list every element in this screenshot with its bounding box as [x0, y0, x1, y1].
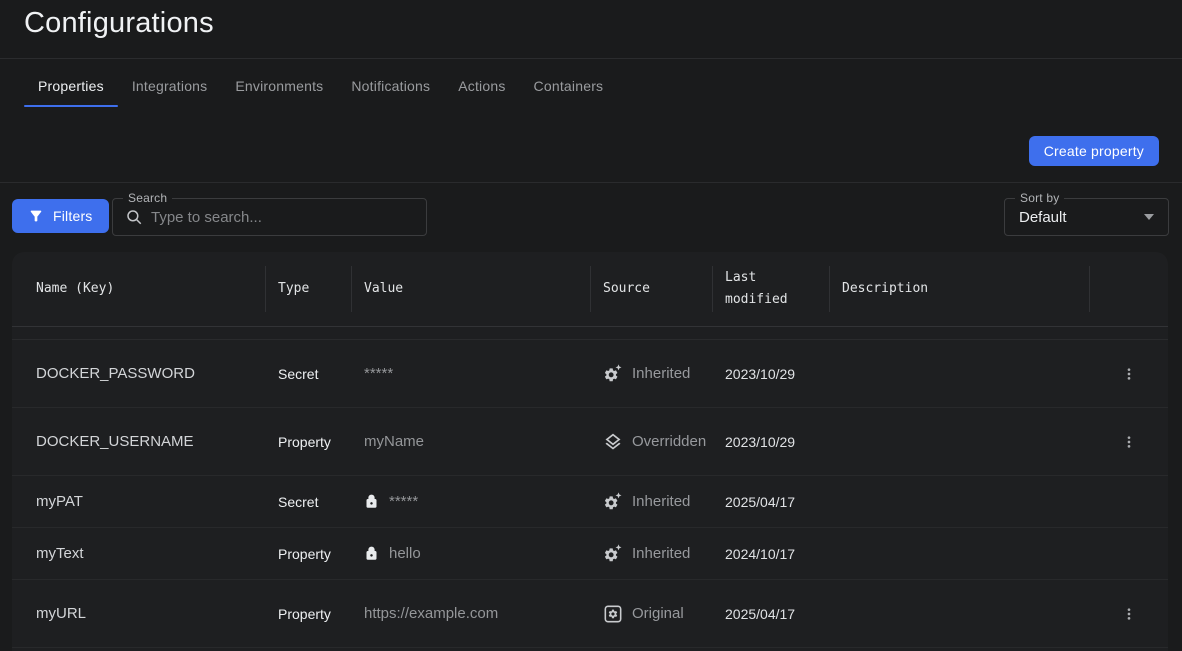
- create-property-button[interactable]: Create property: [1029, 136, 1159, 166]
- toolbar-divider: [0, 182, 1182, 183]
- search-field: Search: [112, 198, 427, 236]
- property-value: hello: [389, 545, 421, 562]
- property-value-cell: https://example.com: [352, 605, 591, 622]
- table-body: DOCKER_PASSWORD Secret ***** Inherited 2…: [12, 340, 1168, 648]
- table-row-mypat[interactable]: myPAT Secret ***** Inherited 2025/04/17: [12, 476, 1168, 528]
- column-header-type[interactable]: Type: [266, 252, 352, 326]
- property-name: DOCKER_USERNAME: [12, 433, 266, 450]
- filter-funnel-icon: [28, 208, 44, 224]
- tab-label: Environments: [235, 78, 323, 94]
- search-input[interactable]: [151, 209, 414, 226]
- gear-sparkle-icon: [603, 364, 623, 384]
- chevron-down-icon: [1144, 214, 1154, 220]
- tab-actions[interactable]: Actions: [444, 62, 519, 109]
- sort-select[interactable]: Sort by Default: [1004, 198, 1169, 236]
- tab-label: Containers: [534, 78, 604, 94]
- property-last-modified: 2025/04/17: [713, 606, 830, 622]
- property-source: Original: [632, 605, 684, 622]
- property-value: *****: [364, 365, 393, 382]
- gear-sparkle-icon: [603, 544, 623, 564]
- properties-table: Name (Key)TypeValueSourceLast modifiedDe…: [12, 252, 1168, 651]
- tab-integrations[interactable]: Integrations: [118, 62, 222, 109]
- table-header-row: Name (Key)TypeValueSourceLast modifiedDe…: [12, 252, 1168, 327]
- property-source-cell: Inherited: [591, 492, 713, 512]
- property-source-cell: Inherited: [591, 364, 713, 384]
- property-source-cell: Inherited: [591, 544, 713, 564]
- property-type: Secret: [266, 366, 352, 382]
- property-value-cell: myName: [352, 433, 591, 450]
- tab-properties[interactable]: Properties: [24, 62, 118, 109]
- column-header-last-modified[interactable]: Last modified: [713, 252, 830, 326]
- table-row-mytext[interactable]: myText Property hello Inherited 2024/10/…: [12, 528, 1168, 580]
- filters-button-label: Filters: [53, 208, 93, 224]
- column-header-description[interactable]: Description: [830, 252, 1090, 326]
- property-value: myName: [364, 433, 424, 450]
- search-field-label: Search: [123, 191, 172, 205]
- column-header-source[interactable]: Source: [591, 252, 713, 326]
- row-actions-kebab-button[interactable]: [1114, 427, 1144, 457]
- lock-icon: [364, 546, 379, 561]
- tab-label: Properties: [38, 78, 104, 94]
- property-type: Property: [266, 606, 352, 622]
- property-value: *****: [389, 493, 418, 510]
- property-name: DOCKER_PASSWORD: [12, 365, 266, 382]
- row-actions-kebab-button[interactable]: [1114, 599, 1144, 629]
- tab-bar: Properties Integrations Environments Notifi…: [24, 62, 617, 109]
- row-actions-cell: [1090, 427, 1168, 457]
- property-value-cell: *****: [352, 493, 591, 510]
- tab-label: Notifications: [351, 78, 430, 94]
- tab-label: Integrations: [132, 78, 208, 94]
- tab-notifications[interactable]: Notifications: [337, 62, 444, 109]
- lock-icon: [364, 494, 379, 509]
- property-last-modified: 2024/10/17: [713, 546, 830, 562]
- property-type: Property: [266, 546, 352, 562]
- table-row-docker-username[interactable]: DOCKER_USERNAME Property myName Overridd…: [12, 408, 1168, 476]
- filters-button[interactable]: Filters: [12, 199, 109, 233]
- property-last-modified: 2025/04/17: [713, 494, 830, 510]
- layers-icon: [603, 432, 623, 452]
- tab-containers[interactable]: Containers: [520, 62, 618, 109]
- row-actions-cell: [1090, 359, 1168, 389]
- property-value-cell: *****: [352, 365, 591, 382]
- table-row-docker-password[interactable]: DOCKER_PASSWORD Secret ***** Inherited 2…: [12, 340, 1168, 408]
- page-title: Configurations: [24, 7, 214, 40]
- property-type: Secret: [266, 494, 352, 510]
- property-source: Inherited: [632, 365, 690, 382]
- property-source-cell: Overridden: [591, 432, 713, 452]
- table-row-myurl[interactable]: myURL Property https://example.com Origi…: [12, 580, 1168, 648]
- property-value: https://example.com: [364, 605, 498, 622]
- property-source: Overridden: [632, 433, 706, 450]
- property-name: myText: [12, 545, 266, 562]
- property-source-cell: Original: [591, 604, 713, 624]
- search-icon: [125, 208, 143, 226]
- property-name: myPAT: [12, 493, 266, 510]
- property-source: Inherited: [632, 493, 690, 510]
- column-header-value[interactable]: Value: [352, 252, 591, 326]
- gear-sparkle-icon: [603, 492, 623, 512]
- property-last-modified: 2023/10/29: [713, 434, 830, 450]
- property-source: Inherited: [632, 545, 690, 562]
- sort-select-label: Sort by: [1015, 191, 1064, 205]
- property-last-modified: 2023/10/29: [713, 366, 830, 382]
- row-actions-cell: [1090, 599, 1168, 629]
- configurations-page: Configurations Properties Integrations Env…: [0, 0, 1182, 651]
- tab-environments[interactable]: Environments: [221, 62, 337, 109]
- row-actions-kebab-button[interactable]: [1114, 359, 1144, 389]
- column-header-name-key[interactable]: Name (Key): [12, 252, 266, 326]
- gear-square-icon: [603, 604, 623, 624]
- property-type: Property: [266, 434, 352, 450]
- sort-selected-value: Default: [1019, 209, 1144, 226]
- column-header-actions-spacer: [1090, 252, 1168, 326]
- table-header-gap: [12, 327, 1168, 340]
- app-header: Configurations: [0, 0, 1182, 59]
- property-name: myURL: [12, 605, 266, 622]
- property-value-cell: hello: [352, 545, 591, 562]
- tab-label: Actions: [458, 78, 505, 94]
